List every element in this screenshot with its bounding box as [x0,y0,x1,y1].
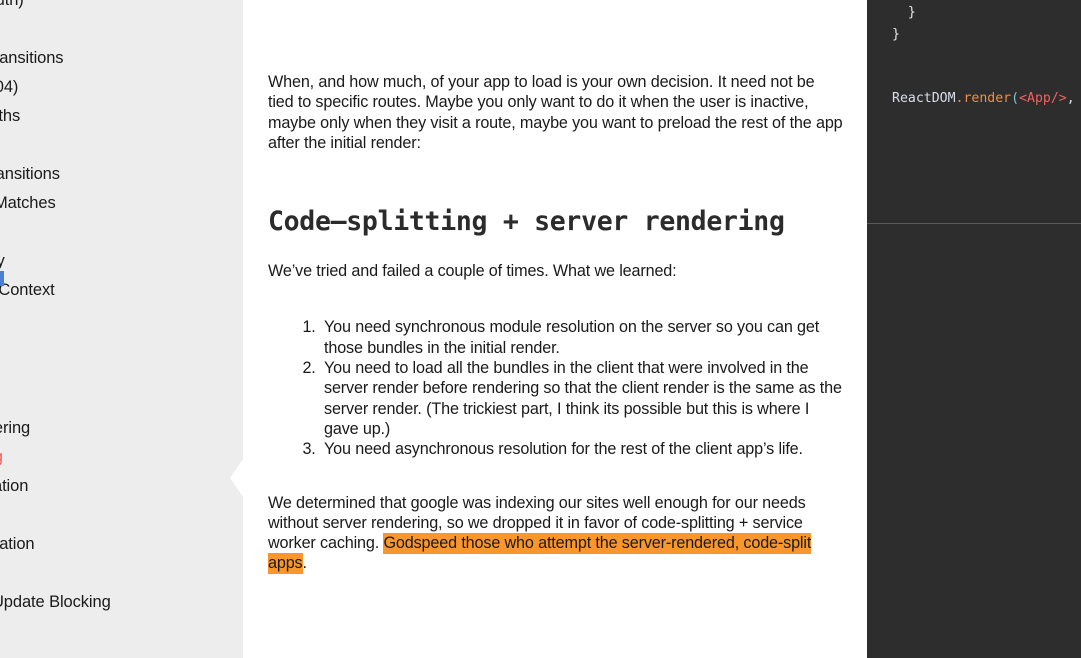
article-content: When, and how much, of your app to load … [243,0,867,658]
code-token-jsx-tag: <App/> [1019,91,1067,106]
sidebar-item-update-blocking[interactable]: g with Update Blocking [0,588,243,617]
code-line-reactdom-render: ReactDOM.render(<App/>, [892,88,1075,110]
code-token-paren: ( [1011,91,1020,106]
code-token-brace: } [892,26,900,42]
section-heading-code-splitting-server-rendering: Code—splitting + server rendering [268,206,785,238]
sidebar-item-7[interactable]: guous Matches [0,189,243,218]
code-block-upper[interactable]: } } ReactDOM.render(<App/>, [867,0,1081,224]
sidebar-item-4[interactable]: sive Paths [0,102,243,131]
sidebar-item-2[interactable]: nting Transitions [0,44,243,73]
sidebar-item-scroll-restoration[interactable]: Restoration [0,472,243,501]
sidebar-item-testing[interactable]: g [0,501,243,530]
conclusion-paragraph: We determined that google was indexing o… [268,460,843,575]
sidebar-item-6[interactable]: ated Transitions [0,160,243,189]
lessons-intro-paragraph: We’ve tried and failed a couple of times… [268,262,677,281]
code-block-lower[interactable] [867,225,1081,658]
documentation-page: ects (Auth) m Link nting Transitions atc… [0,0,1081,658]
sidebar-item-code-splitting[interactable]: Splitting [0,443,243,472]
code-line-brace-outer: } [892,24,1075,46]
article-body: When, and how much, of your app to load … [268,0,843,575]
sidebar-item-0[interactable]: ects (Auth) [0,0,243,15]
sidebar-item-3[interactable]: atch (404) [0,73,243,102]
sidebar-section-heading: s [0,327,243,356]
sidebar-item-redux-integration[interactable]: k Integration [0,530,243,559]
list-item: You need to load all the bundles in the … [320,358,843,439]
active-item-pointer-icon [230,459,243,497]
sidebar-item-5[interactable]: ar [0,131,243,160]
sidebar-item-philosophy[interactable]: ophy [0,356,243,385]
sidebar-item-10[interactable]: Router Context [0,276,243,305]
sidebar-item-8[interactable]: Config [0,218,243,247]
code-token-comma: , [1066,91,1075,106]
intro-paragraph: When, and how much, of your app to load … [268,73,843,152]
sidebar-item-quick-start[interactable]: Start [0,385,243,414]
sidebar-item-9[interactable]: l Gallery [0,247,243,276]
sidebar-item-server-rendering[interactable]: r Rendering [0,414,243,443]
code-line-brace-inner: } [892,2,1075,24]
code-preview-panel[interactable]: } } ReactDOM.render(<App/>, [867,0,1081,658]
sidebar-group-spacer [0,305,243,327]
conclusion-text-after: . [302,554,308,573]
code-lines-upper: } } ReactDOM.render(<App/>, [892,2,1075,110]
sidebar-item-marker [0,271,4,286]
code-token-object: ReactDOM [892,91,956,106]
lessons-list: You need synchronous module resolution o… [268,281,843,459]
code-line-blank-2 [892,67,1075,89]
sidebar-scroll-region[interactable]: ects (Auth) m Link nting Transitions atc… [0,0,243,617]
code-token-method: .render [955,91,1012,106]
sidebar-item-static-routes[interactable]: Routes [0,559,243,588]
code-line-blank-1 [892,45,1075,67]
sidebar-item-1[interactable]: m Link [0,15,243,44]
sidebar-navigation[interactable]: ects (Auth) m Link nting Transitions atc… [0,0,243,658]
list-item: You need synchronous module resolution o… [320,317,843,358]
code-token-brace: } [892,5,916,20]
list-item: You need asynchronous resolution for the… [320,439,843,459]
